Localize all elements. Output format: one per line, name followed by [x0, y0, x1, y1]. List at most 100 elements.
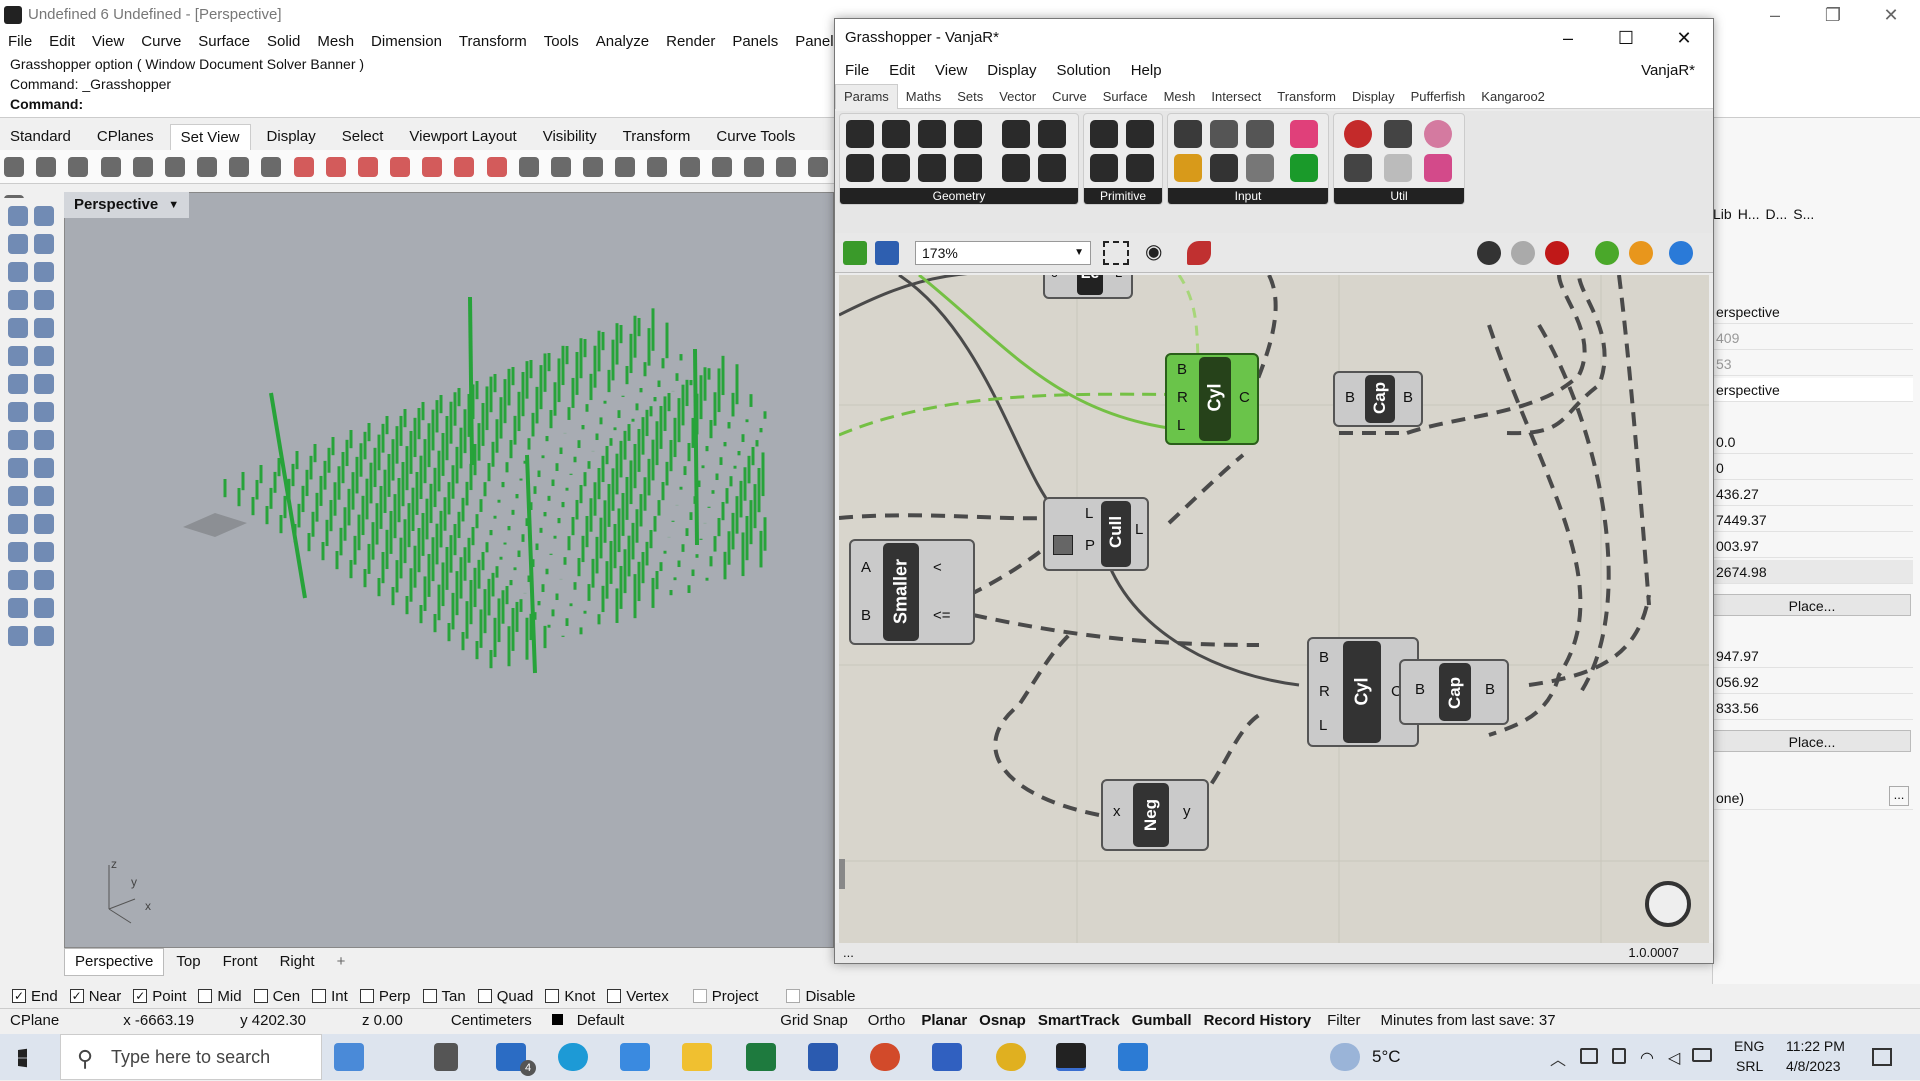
line-param-icon[interactable]: [918, 154, 946, 182]
excel-icon[interactable]: [746, 1043, 776, 1071]
gh-tab-mesh[interactable]: Mesh: [1156, 85, 1204, 109]
viewport-menu-icon[interactable]: ▼: [168, 192, 179, 218]
osnap-mid[interactable]: Mid: [198, 988, 242, 1005]
photos-icon[interactable]: [1118, 1043, 1148, 1071]
polyline-icon[interactable]: [8, 234, 28, 254]
panel-tab-sun[interactable]: S...: [1793, 206, 1814, 222]
gh-tab-pufferfish[interactable]: Pufferfish: [1403, 85, 1474, 109]
boolean-icon[interactable]: [8, 486, 28, 506]
menu-file[interactable]: File: [0, 30, 41, 54]
mesh-box-icon[interactable]: [34, 402, 54, 422]
mesh-param-icon[interactable]: [1038, 120, 1066, 148]
join-icon[interactable]: [34, 486, 54, 506]
prop-projection-select[interactable]: erspective: [1713, 378, 1913, 402]
target-icon[interactable]: [711, 157, 732, 177]
weather-temp[interactable]: 5°C: [1372, 1047, 1401, 1067]
taskbar-search[interactable]: ⚲ Type here to search: [60, 1034, 322, 1080]
group-primitive-label[interactable]: Primitive: [1084, 188, 1162, 204]
prop-value[interactable]: 7449.37: [1713, 508, 1913, 532]
minimize-icon[interactable]: –: [1746, 0, 1804, 30]
prop-value[interactable]: 0.0: [1713, 430, 1913, 454]
zoom-selected-icon[interactable]: [164, 157, 185, 177]
gh-minimize-icon[interactable]: –: [1539, 19, 1597, 57]
menu-surface[interactable]: Surface: [190, 30, 259, 54]
car-front-icon[interactable]: [325, 157, 346, 177]
boolean-param-icon[interactable]: [1090, 120, 1118, 148]
osnap-disable[interactable]: Disable: [786, 988, 856, 1005]
cherry-picker-icon[interactable]: [1344, 120, 1372, 148]
gh-component-neg[interactable]: x Neg y: [1101, 779, 1209, 851]
render-icon[interactable]: [34, 626, 54, 646]
light-tool-icon[interactable]: [8, 430, 28, 450]
gh-menu-file[interactable]: File: [835, 57, 879, 85]
button-icon[interactable]: [1210, 154, 1238, 182]
clock-date[interactable]: 4/8/2023: [1786, 1058, 1841, 1074]
panel-tab-lib[interactable]: Lib: [1713, 206, 1732, 222]
zoom-select[interactable]: 173% ▼: [915, 241, 1091, 265]
zoom-extents-icon[interactable]: [1103, 241, 1129, 265]
number-param-icon[interactable]: [1126, 120, 1154, 148]
rectangle-icon[interactable]: [34, 290, 54, 310]
menu-solid[interactable]: Solid: [259, 30, 309, 54]
powerpoint-icon[interactable]: [870, 1043, 900, 1071]
checkbox-icon[interactable]: [786, 989, 801, 1003]
arc-param-icon[interactable]: [882, 154, 910, 182]
tray-wifi-icon[interactable]: ◠: [1640, 1048, 1654, 1068]
open-file-icon[interactable]: [843, 241, 867, 265]
prop-value[interactable]: 2674.98: [1713, 560, 1913, 584]
word-icon[interactable]: [808, 1043, 838, 1071]
panel-tab-display[interactable]: D...: [1765, 206, 1787, 222]
zoom-extents-icon[interactable]: [100, 157, 121, 177]
task-view-icon[interactable]: [434, 1043, 458, 1071]
osnap-cen[interactable]: Cen: [253, 988, 300, 1005]
prop-value[interactable]: 0: [1713, 456, 1913, 480]
tray-device-icon[interactable]: [1612, 1048, 1626, 1064]
preview-shaded-icon[interactable]: [1545, 241, 1569, 265]
mirror-icon[interactable]: [34, 570, 54, 590]
data-input-icon[interactable]: [1384, 154, 1412, 182]
panel-tab-help[interactable]: H...: [1738, 206, 1760, 222]
osnap-int[interactable]: Int: [312, 988, 348, 1005]
tab-set-view[interactable]: Set View: [169, 123, 251, 151]
status-cplane[interactable]: CPlane: [0, 1009, 69, 1033]
canvas-navigator-icon[interactable]: [1645, 881, 1691, 927]
car-rotate-icon[interactable]: [486, 157, 507, 177]
tab-viewport-layout[interactable]: Viewport Layout: [399, 124, 526, 150]
tray-volume-icon[interactable]: ◁: [1668, 1048, 1680, 1068]
panel-icon[interactable]: [1174, 154, 1202, 182]
point-param-icon[interactable]: [1038, 154, 1066, 182]
tab-transform[interactable]: Transform: [613, 124, 701, 150]
text-param-icon[interactable]: [1126, 154, 1154, 182]
rhino-taskbar-icon[interactable]: [1056, 1043, 1086, 1071]
gh-canvas[interactable]: c Le L B R L Cyl C B Cap B L P: [839, 275, 1709, 943]
pan-icon[interactable]: [4, 157, 24, 177]
rotate-icon[interactable]: [34, 514, 54, 534]
tab-curve-tools[interactable]: Curve Tools: [706, 124, 805, 150]
viewport-title[interactable]: Perspective ▼: [64, 192, 190, 218]
plane-param-icon[interactable]: [954, 154, 982, 182]
data-output-icon[interactable]: [1384, 120, 1412, 148]
dimension-icon[interactable]: [8, 598, 28, 618]
group-util-label[interactable]: Util: [1334, 188, 1464, 204]
gh-tab-curve[interactable]: Curve: [1044, 85, 1095, 109]
gh-menu-edit[interactable]: Edit: [879, 57, 925, 85]
prop-value[interactable]: 833.56: [1713, 696, 1913, 720]
menu-view[interactable]: View: [84, 30, 133, 54]
browse-button[interactable]: ...: [1889, 786, 1909, 806]
undo-view-icon[interactable]: [197, 157, 218, 177]
group-geometry-label[interactable]: Geometry: [840, 188, 1078, 204]
gh-component-cyl-selected[interactable]: B R L Cyl C: [1165, 353, 1259, 445]
store-icon[interactable]: [620, 1043, 650, 1071]
toggle-ortho[interactable]: Ortho: [858, 1009, 916, 1033]
checkbox-icon[interactable]: ✓: [12, 989, 26, 1003]
toggle-smarttrack[interactable]: SmartTrack: [1032, 1009, 1126, 1033]
toggle-filter[interactable]: Filter: [1317, 1009, 1370, 1033]
rotate-view-icon[interactable]: [36, 157, 57, 177]
checkbox-icon[interactable]: [477, 989, 492, 1003]
plan-icon[interactable]: [808, 157, 829, 177]
osnap-end[interactable]: ✓ End: [12, 988, 58, 1005]
menu-dimension[interactable]: Dimension: [363, 30, 451, 54]
car-side-icon[interactable]: [357, 157, 378, 177]
osnap-vertex[interactable]: Vertex: [607, 988, 669, 1005]
checkbox-icon[interactable]: [253, 989, 268, 1003]
